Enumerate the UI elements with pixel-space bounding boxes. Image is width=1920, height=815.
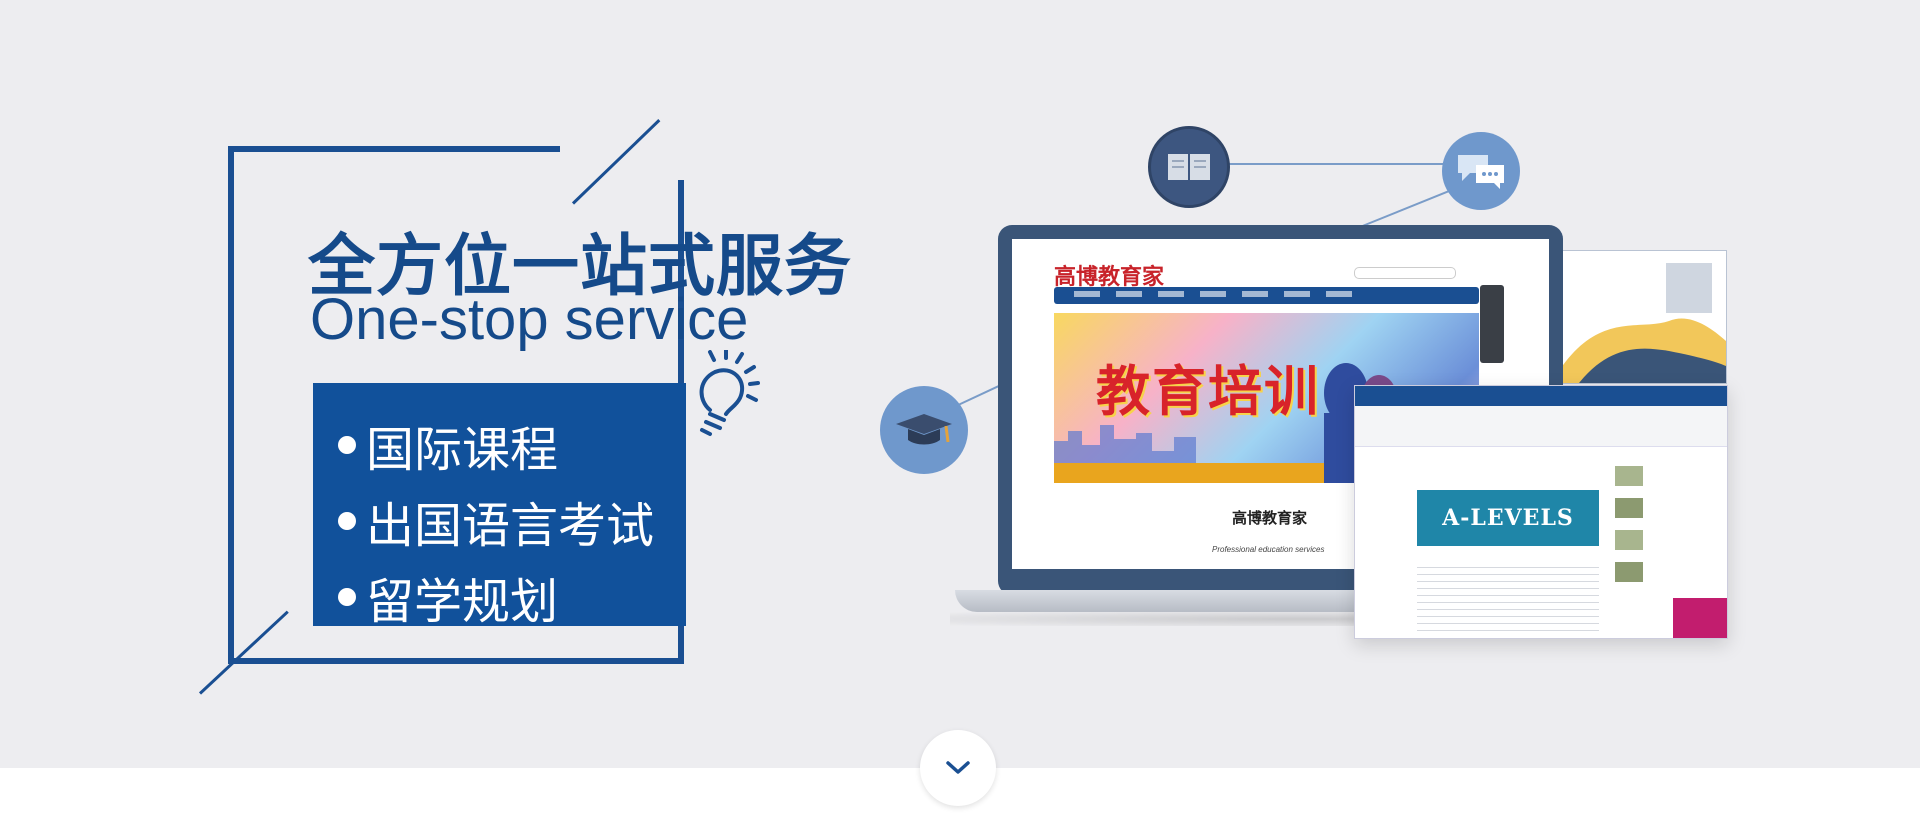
service-item: 国际课程 (338, 410, 558, 480)
services-panel: 国际课程 出国语言考试 留学规划 (313, 383, 686, 629)
hero-banner: 全方位一站式服务 One-stop service 国际课程 出国语言考试 留学… (0, 0, 1920, 768)
icon-toolbar (1355, 406, 1727, 447)
service-label: 国际课程 (366, 424, 559, 477)
course-text (1417, 561, 1599, 631)
graduation-cap-icon (880, 386, 968, 474)
service-item: 出国语言考试 (338, 486, 654, 556)
service-label: 出国语言考试 (366, 500, 655, 553)
document-page (1558, 250, 1727, 384)
site-side-toolbar (1480, 285, 1504, 363)
site-tagline: Professional education services (1212, 545, 1325, 554)
connector-line (1359, 190, 1449, 228)
scroll-down-button[interactable] (920, 730, 996, 806)
chat-bubbles-icon (1442, 132, 1520, 210)
course-banner: A-LEVELS (1417, 490, 1599, 546)
subheadline: One-stop service (310, 287, 749, 352)
site-section-title: 高博教育家 (1232, 510, 1308, 527)
connector-line (955, 384, 1000, 407)
service-item: 留学规划 (338, 562, 558, 632)
bullet-dot (338, 436, 356, 454)
browser-window-mockup: A-LEVELS (1354, 385, 1728, 639)
lightbulb-icon (699, 350, 760, 436)
service-label: 留学规划 (366, 576, 559, 629)
book-icon (1148, 126, 1230, 208)
chevron-down-icon (946, 761, 970, 774)
bullet-dot (338, 588, 356, 606)
connector-line (1222, 163, 1450, 165)
site-search (1354, 267, 1456, 279)
site-nav (1054, 287, 1479, 304)
bullet-dot (338, 512, 356, 530)
